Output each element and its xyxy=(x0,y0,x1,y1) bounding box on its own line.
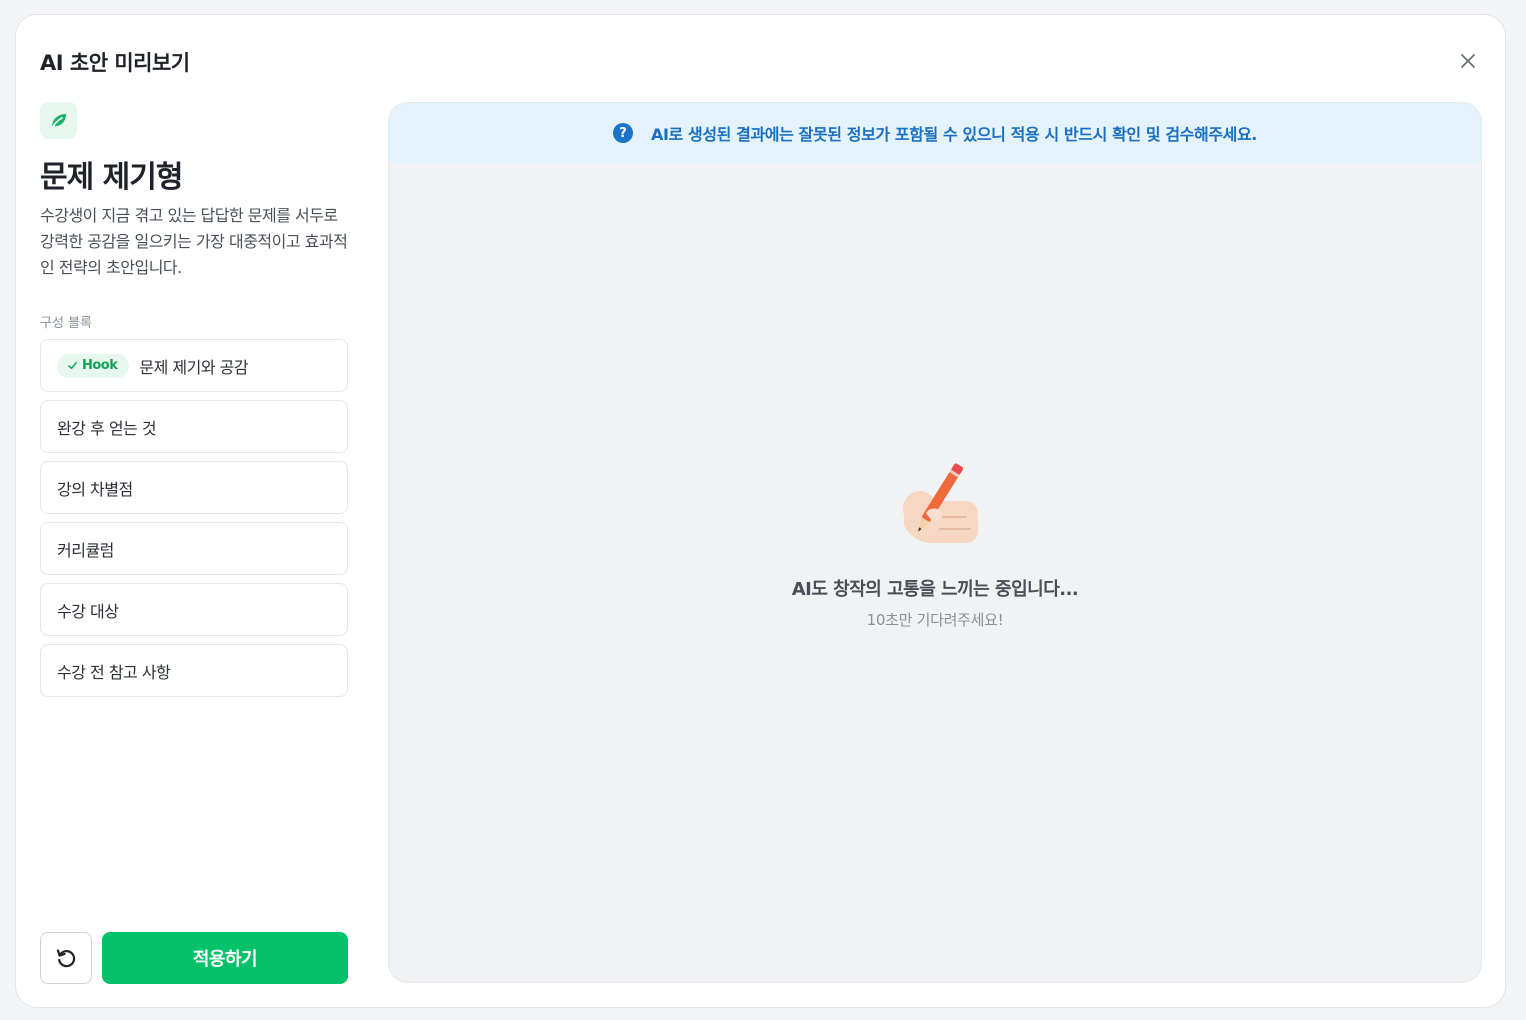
reset-icon xyxy=(56,949,76,968)
block-item-outcome[interactable]: 완강 후 얻는 것 xyxy=(40,400,348,453)
close-button[interactable] xyxy=(1456,49,1480,73)
block-list: Hook 문제 제기와 공감 완강 후 얻는 것 강의 차별점 커리큘럼 수강 … xyxy=(40,339,348,705)
loading-title: AI도 창작의 고통을 느끼는 중입니다... xyxy=(791,579,1079,600)
block-item-label: 완강 후 얻는 것 xyxy=(57,418,157,438)
modal-title: AI 초안 미리보기 xyxy=(40,51,190,75)
template-title: 문제 제기형 xyxy=(40,160,183,195)
block-item-label: 강의 차별점 xyxy=(57,479,133,499)
leaf-icon xyxy=(50,113,66,129)
apply-button[interactable]: 적용하기 xyxy=(102,932,348,984)
preview-panel: ? AI로 생성된 결과에는 잘못된 정보가 포함될 수 있으니 적용 시 반드… xyxy=(388,102,1482,983)
check-icon xyxy=(68,362,77,369)
ai-draft-preview-modal: AI 초안 미리보기 문제 제기형 수강생이 지금 겪고 있는 답답한 문제를 … xyxy=(15,14,1506,1008)
blocks-label: 구성 블록 xyxy=(40,316,92,331)
leaf-icon-badge xyxy=(40,102,77,139)
notice-text: AI로 생성된 결과에는 잘못된 정보가 포함될 수 있으니 적용 시 반드시 … xyxy=(651,125,1257,144)
question-icon: ? xyxy=(613,123,634,143)
hook-tag-label: Hook xyxy=(82,358,118,373)
notice-bar: ? AI로 생성된 결과에는 잘못된 정보가 포함될 수 있으니 적용 시 반드… xyxy=(389,103,1481,163)
reset-button[interactable] xyxy=(40,932,92,984)
block-item-label: 수강 전 참고 사항 xyxy=(57,662,171,682)
hook-tag: Hook xyxy=(57,353,130,378)
block-item-audience[interactable]: 수강 대상 xyxy=(40,583,348,636)
block-item-notes[interactable]: 수강 전 참고 사항 xyxy=(40,644,348,697)
writing-hand-icon xyxy=(886,455,986,555)
block-item-differentiator[interactable]: 강의 차별점 xyxy=(40,461,348,514)
block-item-label: 문제 제기와 공감 xyxy=(139,357,249,377)
close-icon xyxy=(1461,54,1475,68)
block-item-curriculum[interactable]: 커리큘럼 xyxy=(40,522,348,575)
loading-subtitle: 10초만 기다려주세요! xyxy=(866,611,1004,629)
block-item-label: 수강 대상 xyxy=(57,601,119,621)
block-item-label: 커리큘럼 xyxy=(57,540,114,560)
block-item-hook[interactable]: Hook 문제 제기와 공감 xyxy=(40,339,348,392)
template-description: 수강생이 지금 겪고 있는 답답한 문제를 서두로 강력한 공감을 일으키는 가… xyxy=(40,206,348,277)
